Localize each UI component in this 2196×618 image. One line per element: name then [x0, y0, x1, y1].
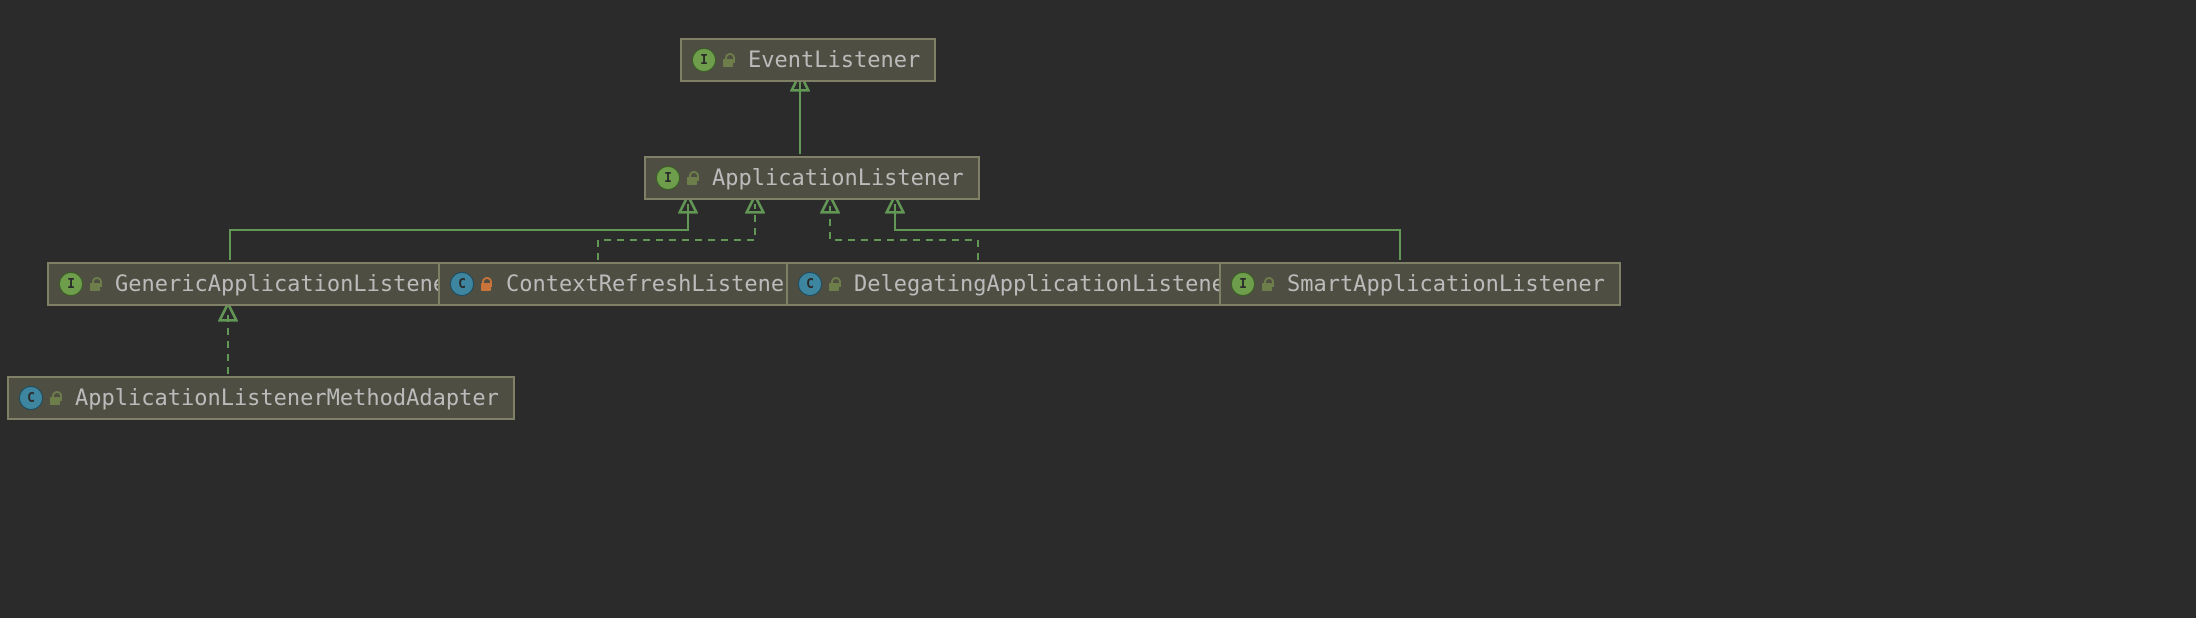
node-label: ApplicationListenerMethodAdapter	[75, 386, 499, 411]
edge-contextrefresh-applicationlistener	[598, 204, 755, 260]
edge-generic-applicationlistener	[230, 204, 688, 260]
edge-delegating-applicationlistener	[830, 204, 978, 260]
interface-icon: I	[1231, 272, 1255, 296]
edge-smart-applicationlistener	[895, 204, 1400, 260]
node-label: SmartApplicationListener	[1287, 272, 1605, 297]
unlock-icon	[686, 171, 700, 185]
class-icon: C	[798, 272, 822, 296]
node-label: DelegatingApplicationListener	[854, 272, 1238, 297]
node-eventlistener[interactable]: I EventListener	[680, 38, 936, 82]
class-icon: C	[19, 386, 43, 410]
unlock-icon	[49, 391, 63, 405]
edge-layer	[0, 0, 2196, 618]
node-label: EventListener	[748, 48, 920, 73]
class-icon: C	[450, 272, 474, 296]
node-label: ApplicationListener	[712, 166, 964, 191]
unlock-icon	[828, 277, 842, 291]
node-genericapplicationlistener[interactable]: I GenericApplicationListener	[47, 262, 475, 306]
interface-icon: I	[59, 272, 83, 296]
unlock-icon	[89, 277, 103, 291]
node-applicationlistener[interactable]: I ApplicationListener	[644, 156, 980, 200]
node-delegatingapplicationlistener[interactable]: C DelegatingApplicationListener	[786, 262, 1254, 306]
interface-icon: I	[692, 48, 716, 72]
node-label: ContextRefreshListener	[506, 272, 797, 297]
node-smartapplicationlistener[interactable]: I SmartApplicationListener	[1219, 262, 1621, 306]
node-label: GenericApplicationListener	[115, 272, 459, 297]
interface-icon: I	[656, 166, 680, 190]
unlock-icon	[1261, 277, 1275, 291]
node-applicationlistenermethodadapter[interactable]: C ApplicationListenerMethodAdapter	[7, 376, 515, 420]
node-contextrefreshlistener[interactable]: C ContextRefreshListener	[438, 262, 813, 306]
unlock-icon	[722, 53, 736, 67]
lock-icon	[480, 277, 494, 291]
